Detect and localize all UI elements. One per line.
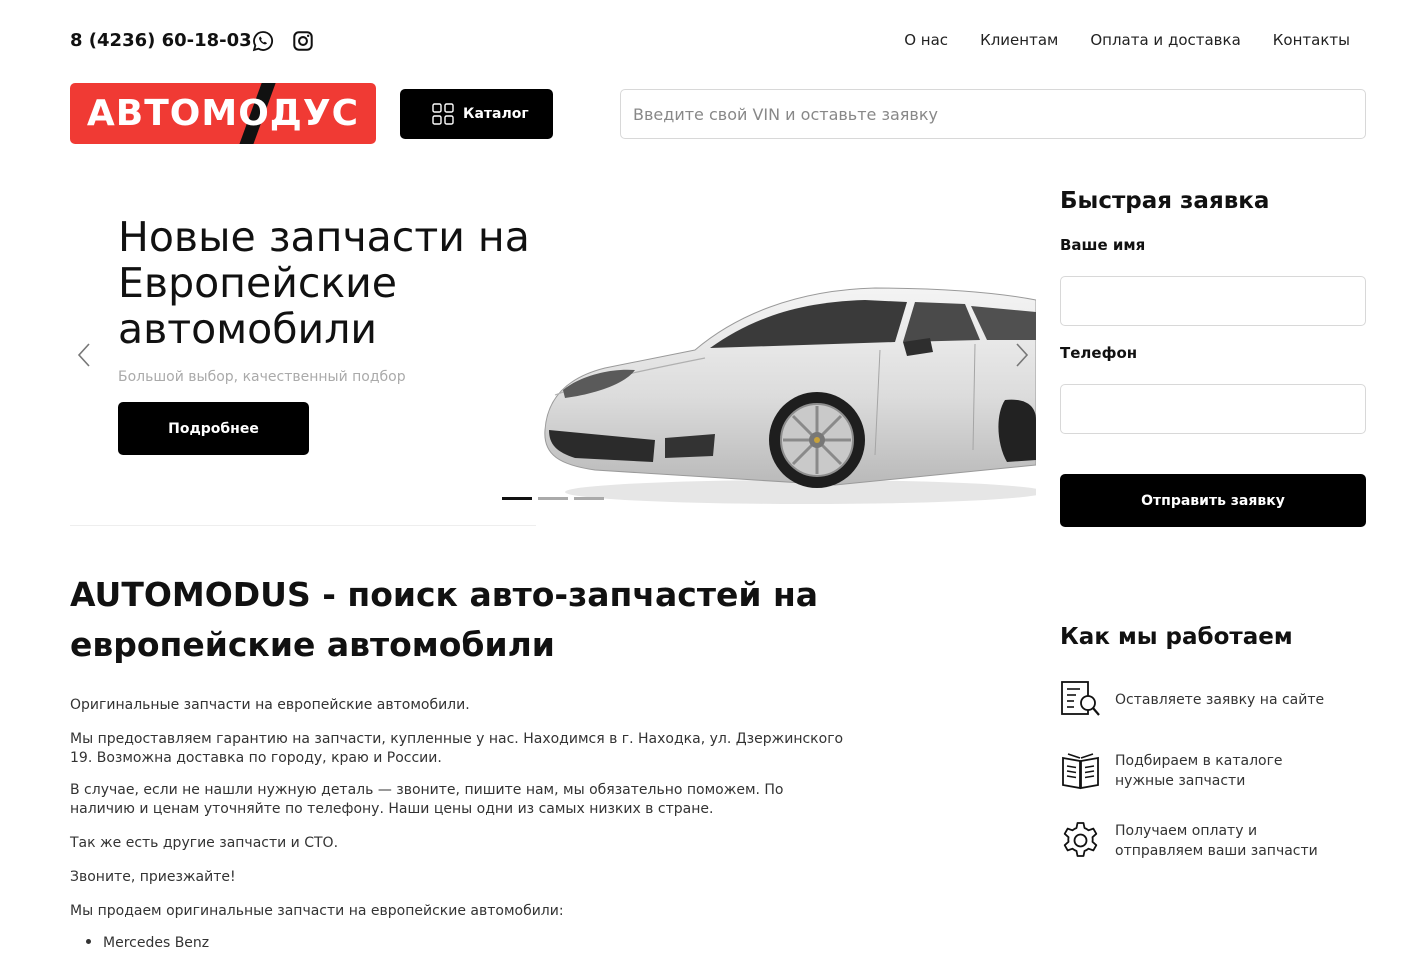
logo[interactable]: АВТОМОДУС [70, 83, 376, 144]
step-3: Получаем оплату и отправляем ваши запчас… [1060, 820, 1345, 861]
whatsapp-icon[interactable] [252, 30, 274, 52]
paragraph-1: Оригинальные запчасти на европейские авт… [70, 697, 470, 713]
name-field[interactable] [1060, 276, 1366, 326]
nav-clients[interactable]: Клиентам [980, 31, 1058, 49]
slider-dot-1[interactable] [502, 497, 532, 500]
catalog-book-icon [1062, 753, 1099, 790]
gear-icon [1063, 822, 1098, 857]
slider-next-arrow-icon[interactable] [1008, 340, 1034, 370]
paragraph-3: В случае, если не нашли нужную деталь — … [70, 782, 784, 817]
instagram-icon[interactable] [292, 30, 314, 52]
slider-dot-3[interactable] [574, 497, 604, 500]
submit-request-button[interactable]: Отправить заявку [1060, 474, 1366, 527]
step-2-text: Подбираем в каталоге нужные запчасти [1115, 752, 1283, 789]
paragraph-6: Мы продаем оригинальные запчасти на евро… [70, 903, 564, 919]
quick-request-title: Быстрая заявка [1060, 188, 1270, 214]
nav-contacts[interactable]: Контакты [1273, 31, 1350, 49]
catalog-button-label: Каталог [463, 106, 529, 122]
paragraph-5: Звоните, приезжайте! [70, 869, 236, 885]
phone-field[interactable] [1060, 384, 1366, 434]
slider-prev-arrow-icon[interactable] [72, 340, 98, 370]
vin-search-input[interactable] [620, 89, 1366, 139]
step-2: Подбираем в каталоге нужные запчасти [1060, 750, 1345, 791]
section-divider [70, 525, 536, 526]
top-navigation: О нас Клиентам Оплата и доставка Контакт… [904, 31, 1350, 49]
step-1-text: Оставляете заявку на сайте [1115, 691, 1325, 708]
grid-icon [432, 103, 454, 125]
slider-subtitle: Большой выбор, качественный подбор [118, 369, 406, 385]
nav-payment-delivery[interactable]: Оплата и доставка [1090, 31, 1240, 49]
name-label: Ваше имя [1060, 236, 1146, 254]
car-image [544, 287, 1036, 504]
slider-title: Новые запчасти на Европейские автомобили [118, 213, 530, 353]
more-button[interactable]: Подробнее [118, 402, 309, 455]
step-3-text: Получаем оплату и отправляем ваши запчас… [1115, 822, 1318, 859]
paragraph-2: Мы предоставляем гарантию на запчасти, к… [70, 731, 844, 766]
phone-number[interactable]: 8 (4236) 60-18-03 [70, 30, 252, 51]
phone-label: Телефон [1060, 344, 1138, 362]
form-search-icon [1061, 681, 1100, 716]
main-title: AUTOMODUS - поиск авто-запчастей на евро… [70, 575, 819, 664]
nav-about[interactable]: О нас [904, 31, 948, 49]
catalog-button[interactable]: Каталог [400, 89, 553, 139]
how-we-work-title: Как мы работаем [1060, 624, 1293, 650]
brand-list-item: Mercedes Benz [86, 935, 209, 951]
logo-text: АВТОМОДУС [86, 93, 360, 134]
paragraph-4: Так же есть другие запчасти и СТО. [70, 835, 339, 851]
slider-dot-2[interactable] [538, 497, 568, 500]
step-1: Оставляете заявку на сайте [1060, 679, 1345, 720]
